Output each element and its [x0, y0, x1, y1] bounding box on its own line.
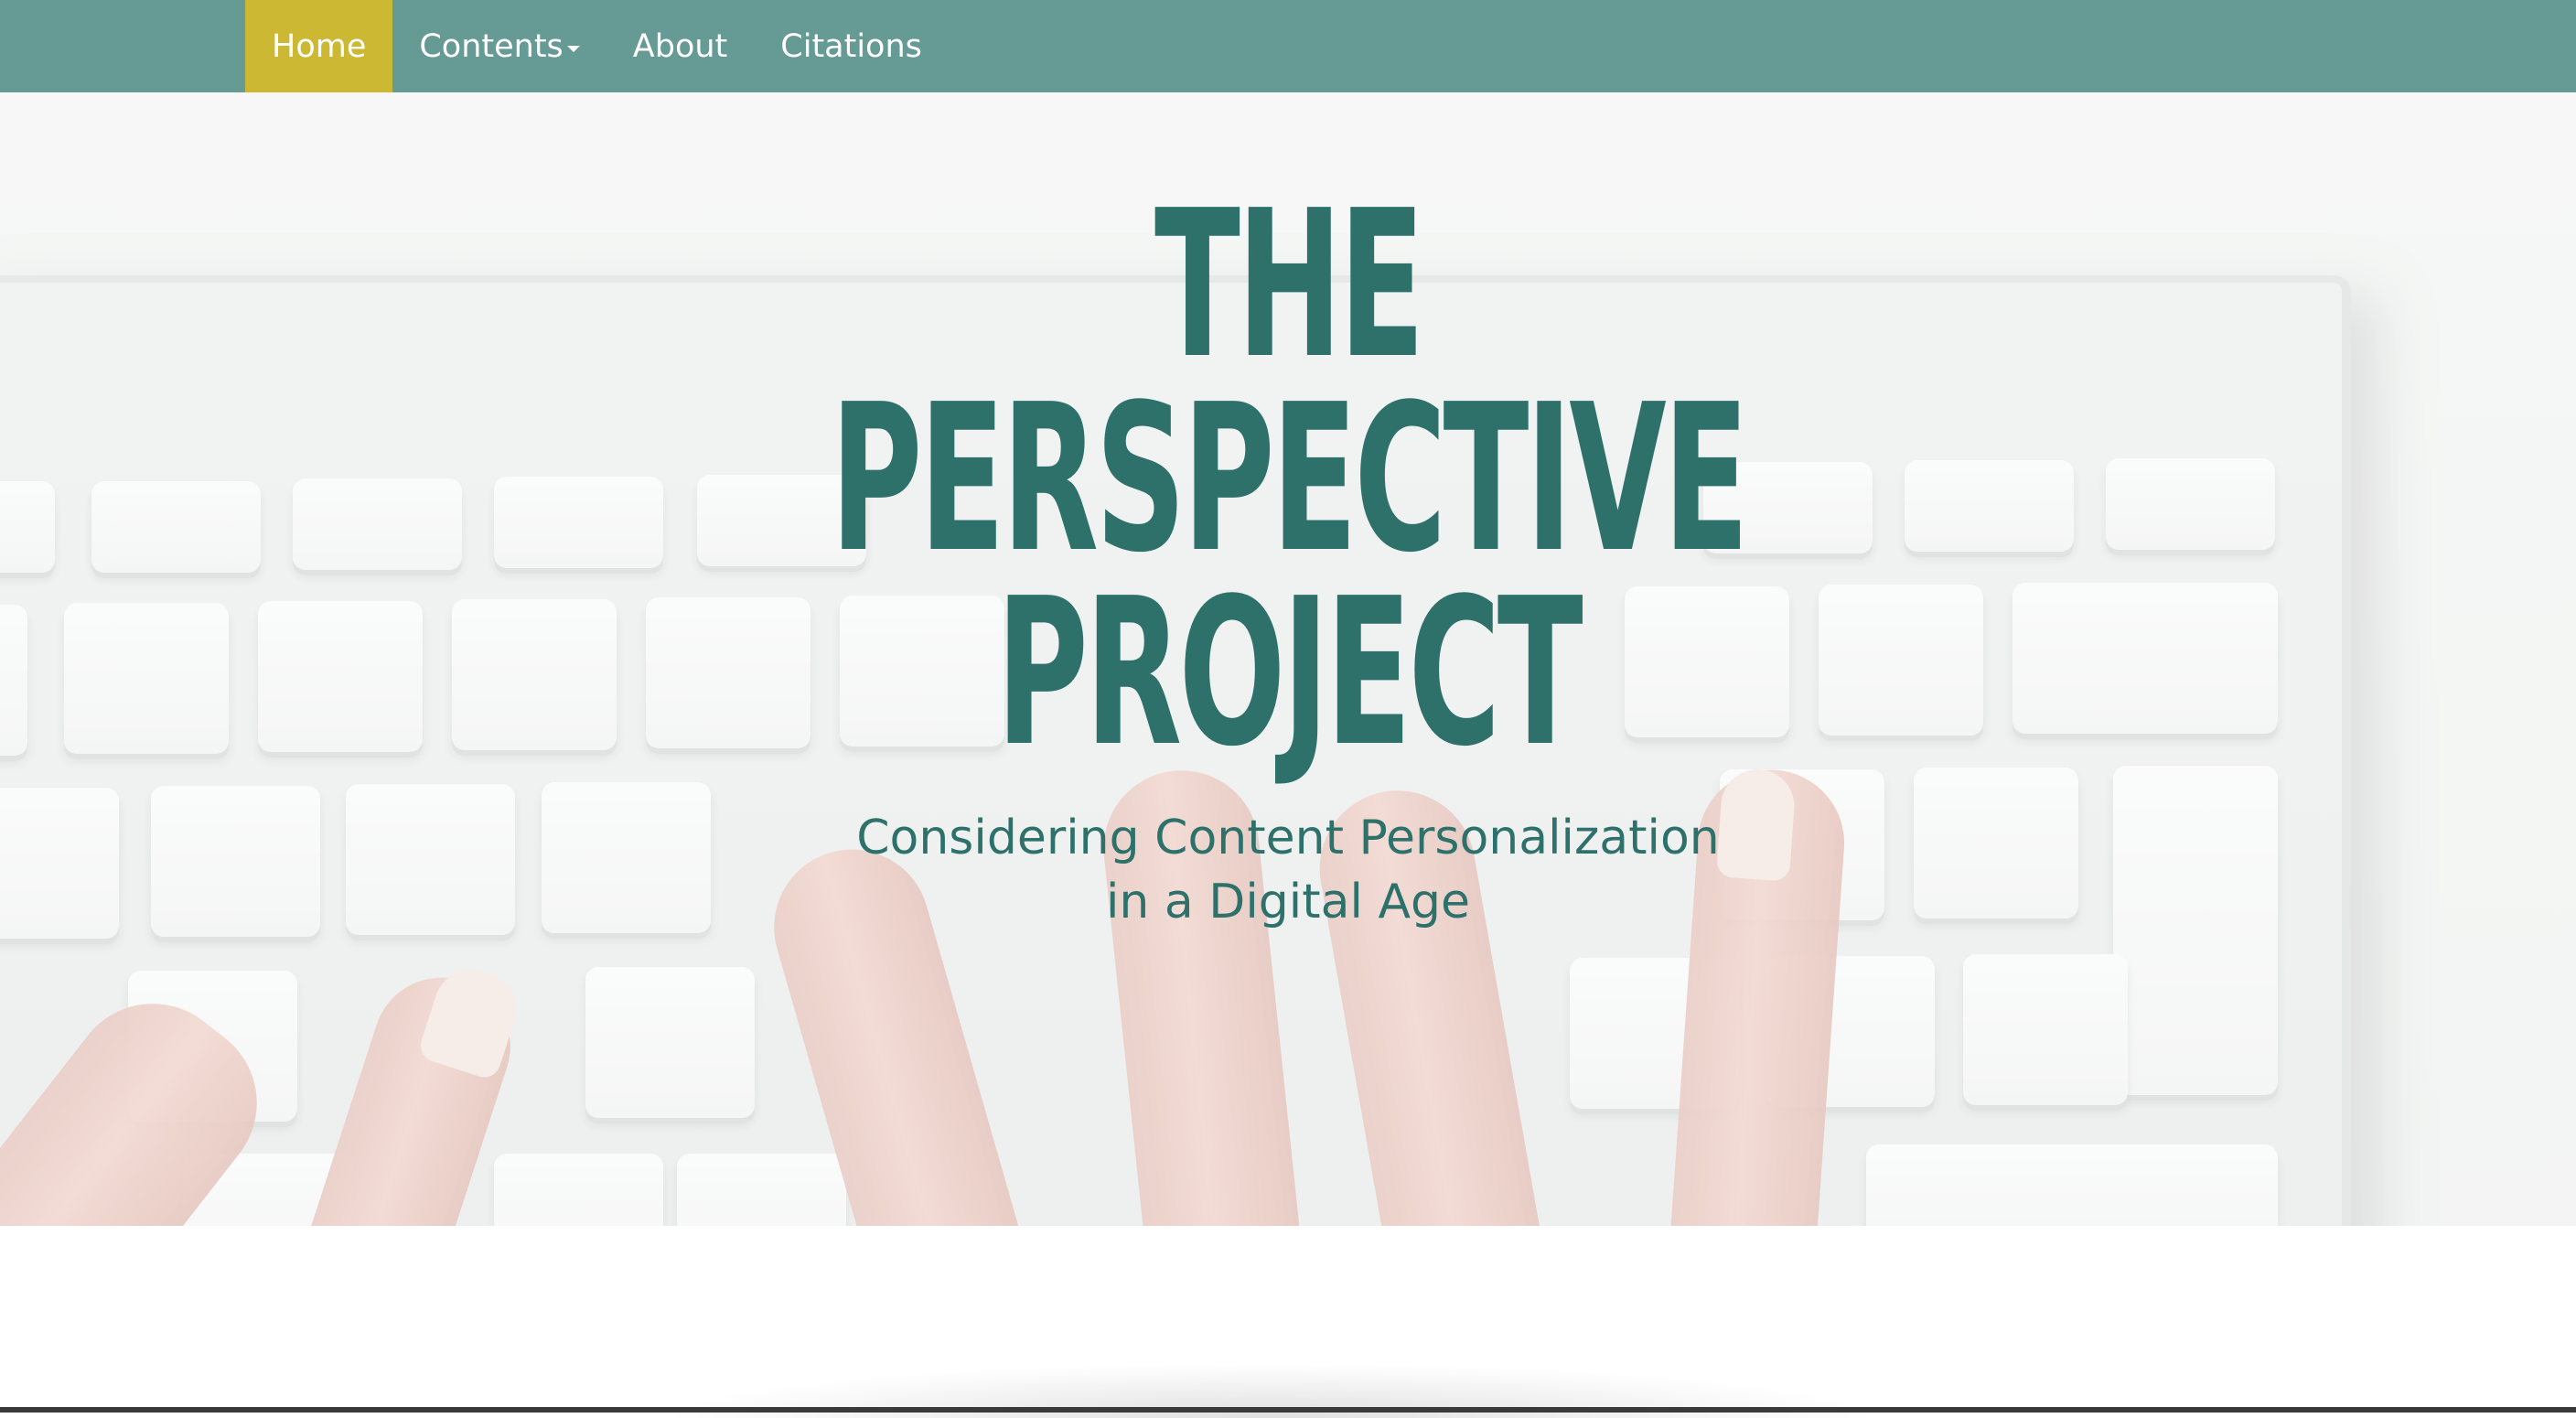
top-navbar: Home Contents About Citations	[0, 0, 2576, 92]
hero-banner: THE PERSPECTIVE PROJECT Considering Cont…	[0, 92, 2576, 1226]
nav-item-home-label: Home	[272, 27, 367, 65]
nav-item-about-label: About	[632, 27, 728, 65]
nav-menu: Home Contents About Citations	[245, 0, 949, 92]
nav-item-contents[interactable]: Contents	[392, 0, 606, 92]
hero-title-line: THE	[1154, 167, 1425, 403]
hero-subtitle: Considering Content Personalization in a…	[823, 806, 1753, 934]
nav-item-citations[interactable]: Citations	[754, 0, 949, 92]
nav-item-citations-label: Citations	[780, 27, 922, 65]
hero-subtitle-line: in a Digital Age	[1105, 875, 1471, 929]
hero-subtitle-line: Considering Content Personalization	[856, 811, 1720, 865]
hero-title-line: PERSPECTIVE	[830, 361, 1749, 597]
nav-item-home[interactable]: Home	[245, 0, 393, 92]
hero-title-line: PROJECT	[996, 555, 1583, 791]
window-bottom-edge	[0, 1407, 2576, 1413]
nav-item-about[interactable]: About	[606, 0, 754, 92]
hero-title: THE PERSPECTIVE PROJECT	[489, 167, 2087, 791]
nav-item-contents-label: Contents	[419, 27, 564, 65]
caret-down-icon	[566, 46, 580, 52]
